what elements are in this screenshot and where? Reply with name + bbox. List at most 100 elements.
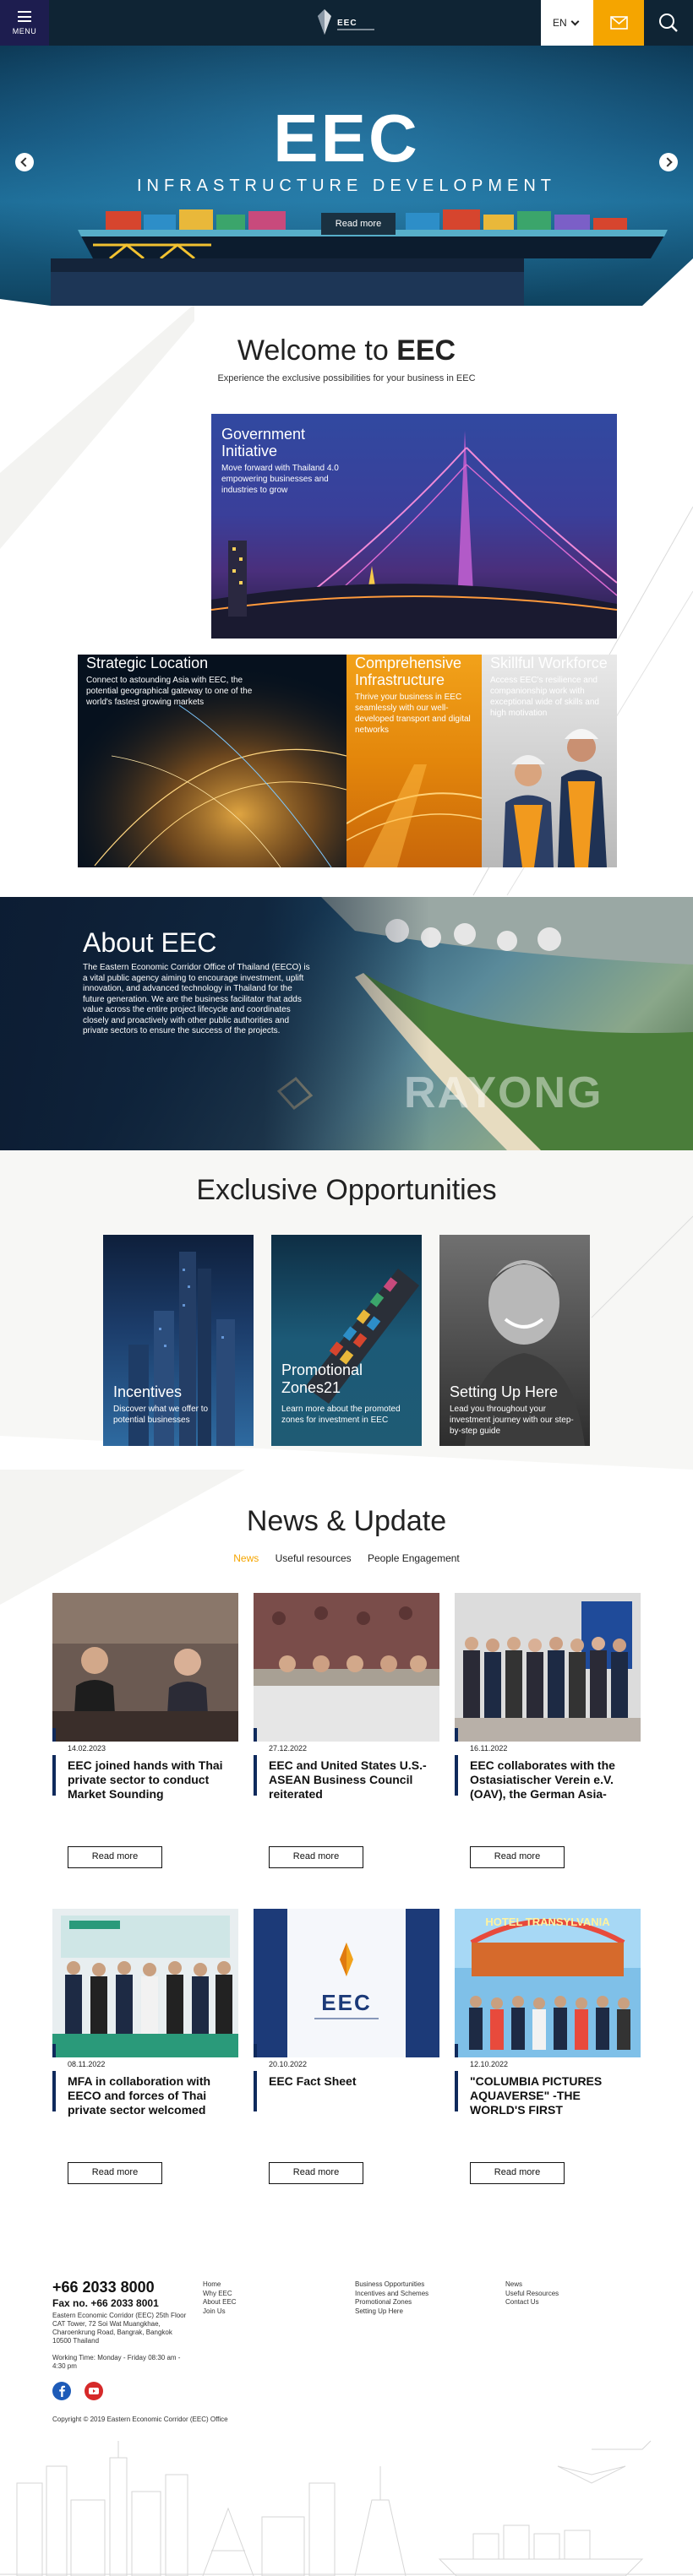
news-accent-bar bbox=[52, 1728, 56, 1796]
news-accent-bar bbox=[254, 1728, 257, 1796]
tab-useful-resources[interactable]: Useful resources bbox=[276, 1552, 352, 1564]
footer-phone[interactable]: +66 2033 8000 bbox=[52, 2279, 155, 2296]
language-label: EN bbox=[553, 17, 567, 29]
news-image bbox=[455, 1593, 641, 1742]
about-title: About EEC bbox=[83, 927, 217, 958]
news-read-more-button[interactable]: Read more bbox=[269, 1846, 363, 1868]
footer-link-contact-us[interactable]: Contact Us bbox=[505, 2298, 559, 2307]
city-skyline-illustration bbox=[0, 2440, 693, 2576]
news-image bbox=[254, 1593, 439, 1742]
language-selector[interactable]: EN bbox=[541, 0, 593, 46]
footer-hours: Working Time: Monday - Friday 08:30 am -… bbox=[52, 2354, 181, 2370]
strategic-location-tile[interactable]: Strategic Location Connect to astounding… bbox=[78, 655, 346, 867]
promotional-zones-card[interactable]: Promotional Zones21 Learn more about the… bbox=[271, 1235, 422, 1446]
news-date: 14.02.2023 bbox=[52, 1742, 205, 1755]
footer-link-why-eec[interactable]: Why EEC bbox=[203, 2290, 237, 2299]
about-section: About EEC The Eastern Economic Corridor … bbox=[0, 897, 693, 1150]
site-header: MENU EEC EN bbox=[0, 0, 693, 46]
setting-up-title: Setting Up Here bbox=[450, 1383, 559, 1400]
skillful-workforce-text: Access EEC's resilience and companionshi… bbox=[490, 676, 599, 718]
news-date: 08.11.2022 bbox=[52, 2057, 205, 2071]
tab-news[interactable]: News bbox=[233, 1552, 259, 1564]
skillful-workforce-tile[interactable]: Skillful Workforce Access EEC's resilien… bbox=[482, 655, 617, 867]
menu-label: MENU bbox=[12, 27, 37, 35]
welcome-subtitle: Experience the exclusive possibilities f… bbox=[217, 373, 476, 383]
hero-subtitle: INFRASTRUCTURE DEVELOPMENT bbox=[136, 177, 557, 195]
news-date: 12.10.2022 bbox=[455, 2057, 607, 2071]
fact-sheet-cover bbox=[254, 1909, 439, 2057]
rayong-watermark: RAYONG bbox=[404, 1068, 603, 1117]
news-read-more-button[interactable]: Read more bbox=[269, 2162, 363, 2184]
panel-photo bbox=[254, 1593, 439, 1742]
incentives-card[interactable]: Incentives Discover what we offer to pot… bbox=[103, 1235, 254, 1446]
search-button[interactable] bbox=[644, 0, 693, 46]
eec-logo[interactable]: EEC bbox=[318, 8, 377, 38]
footer-link-business-opportunities[interactable]: Business Opportunities bbox=[355, 2280, 428, 2290]
footer-link-news[interactable]: News bbox=[505, 2280, 559, 2290]
news-read-more-button[interactable]: Read more bbox=[68, 1846, 162, 1868]
welcome-title-plain: Welcome to bbox=[237, 334, 397, 367]
news-date: 20.10.2022 bbox=[254, 2057, 406, 2071]
footer-nav-col-2: Business Opportunities Incentives and Sc… bbox=[355, 2280, 428, 2316]
hero-prev-arrow-icon[interactable] bbox=[15, 153, 34, 171]
mail-button[interactable] bbox=[593, 0, 644, 46]
news-date: 27.12.2022 bbox=[254, 1742, 406, 1755]
news-title-plain: News & bbox=[246, 1505, 354, 1537]
footer-fax: Fax no. +66 2033 8001 bbox=[52, 2297, 159, 2309]
news-image: EEC bbox=[254, 1909, 439, 2057]
strategic-location-text: Connect to astounding Asia with EEC, the… bbox=[86, 676, 253, 707]
news-headline[interactable]: EEC collaborates with the Ostasiatischer… bbox=[470, 1758, 639, 1802]
facebook-icon[interactable] bbox=[52, 2382, 71, 2400]
about-text: The Eastern Economic Corridor Office of … bbox=[83, 963, 310, 1035]
setting-up-card[interactable]: Setting Up Here Lead you throughout your… bbox=[439, 1235, 590, 1446]
footer-link-incentives[interactable]: Incentives and Schemes bbox=[355, 2290, 428, 2299]
youtube-icon[interactable] bbox=[85, 2382, 103, 2400]
government-initiative-tile[interactable]: Government Initiative Move forward with … bbox=[211, 414, 617, 639]
exclusive-title: Exclusive Opportunities bbox=[0, 1174, 693, 1207]
comprehensive-infrastructure-tile[interactable]: Comprehensive Infrastructure Thrive your… bbox=[346, 655, 482, 867]
promotional-zones-text: Learn more about the promoted zones for … bbox=[281, 1405, 401, 1425]
news-title: News & Update bbox=[0, 1505, 693, 1538]
incentives-title: Incentives bbox=[113, 1383, 183, 1400]
news-headline[interactable]: EEC joined hands with Thai private secto… bbox=[68, 1758, 237, 1802]
news-read-more-button[interactable]: Read more bbox=[470, 2162, 565, 2184]
news-title-bold: Update bbox=[353, 1505, 447, 1537]
news-read-more-button[interactable]: Read more bbox=[68, 2162, 162, 2184]
footer-link-home[interactable]: Home bbox=[203, 2280, 237, 2290]
government-initiative-text: Move forward with Thailand 4.0 empowerin… bbox=[221, 464, 339, 495]
news-tabs: News Useful resources People Engagement bbox=[0, 1552, 693, 1564]
news-accent-bar bbox=[455, 1728, 458, 1796]
footer-link-setting-up[interactable]: Setting Up Here bbox=[355, 2307, 428, 2317]
footer-link-useful-resources[interactable]: Useful Resources bbox=[505, 2290, 559, 2299]
hero-title: EEC bbox=[273, 101, 420, 176]
hero-slider: EEC INFRASTRUCTURE DEVELOPMENT Read more bbox=[0, 46, 693, 306]
group-photo bbox=[455, 1593, 641, 1742]
news-headline[interactable]: MFA in collaboration with EECO and force… bbox=[68, 2074, 237, 2117]
exclusive-title-plain: Exclusive bbox=[196, 1174, 326, 1206]
news-headline[interactable]: EEC Fact Sheet bbox=[269, 2074, 438, 2089]
waterpark-photo bbox=[455, 1909, 641, 2057]
footer-link-promotional-zones[interactable]: Promotional Zones bbox=[355, 2298, 428, 2307]
skillful-workforce-title: Skillful Workforce bbox=[490, 655, 608, 671]
news-date: 16.11.2022 bbox=[455, 1742, 607, 1755]
menu-button[interactable]: MENU bbox=[0, 0, 49, 46]
footer-link-join-us[interactable]: Join Us bbox=[203, 2307, 237, 2317]
hero-read-more-button[interactable]: Read more bbox=[321, 213, 396, 235]
setting-up-text: Lead you throughout your investment jour… bbox=[450, 1405, 574, 1436]
news-image bbox=[52, 1909, 238, 2057]
news-headline[interactable]: "COLUMBIA PICTURES AQUAVERSE" -THE WORLD… bbox=[470, 2074, 639, 2117]
news-headline[interactable]: EEC and United States U.S.-ASEAN Busines… bbox=[269, 1758, 438, 1802]
strategic-location-title: Strategic Location bbox=[86, 655, 209, 671]
comprehensive-infrastructure-title: Comprehensive Infrastructure bbox=[355, 655, 462, 688]
news-image: HOTEL TRANSYLVANIA bbox=[455, 1909, 641, 2057]
hamburger-icon bbox=[18, 11, 31, 22]
incentives-text: Discover what we offer to potential busi… bbox=[113, 1405, 209, 1425]
tab-people-engagement[interactable]: People Engagement bbox=[368, 1552, 460, 1564]
chevron-down-icon bbox=[570, 17, 580, 26]
hero-next-arrow-icon[interactable] bbox=[659, 153, 678, 171]
footer-link-about-eec[interactable]: About EEC bbox=[203, 2298, 237, 2307]
footer-nav-col-3: News Useful Resources Contact Us bbox=[505, 2280, 559, 2307]
promotional-zones-title: Promotional Zones21 bbox=[281, 1361, 363, 1396]
news-accent-bar bbox=[455, 2044, 458, 2111]
news-read-more-button[interactable]: Read more bbox=[470, 1846, 565, 1868]
